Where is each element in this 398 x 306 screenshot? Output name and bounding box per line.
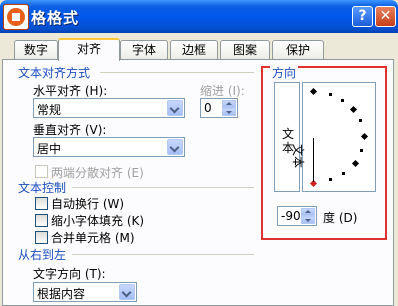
horizontal-align-select[interactable]: 常规 <box>33 98 185 118</box>
vertical-align-label: 垂直对齐 (V): <box>33 123 107 137</box>
shrink-to-fit-checkbox[interactable] <box>35 214 48 227</box>
close-button[interactable]: ✕ <box>375 6 396 27</box>
text-direction-value: 根据内容 <box>37 287 86 301</box>
dial-mark <box>360 149 363 152</box>
dial-mark <box>309 87 318 96</box>
shrink-to-fit-label[interactable]: 缩小字体填充 (K) <box>51 212 144 229</box>
distributed-checkbox <box>35 165 48 178</box>
indent-value: 0 <box>204 101 212 115</box>
spin-down-icon[interactable] <box>301 216 315 224</box>
tab-alignment[interactable]: 对齐 <box>58 38 120 61</box>
indent-spinner[interactable]: 0 <box>200 98 238 118</box>
dial-mark <box>341 99 344 102</box>
text-direction-select[interactable]: 根据内容 <box>33 282 137 302</box>
window-title: 格格式 <box>31 9 80 27</box>
degrees-label: 度 (D) <box>323 211 358 225</box>
text-alignment-group-title: 文本对齐方式 <box>18 66 91 80</box>
dial-mark <box>329 93 332 96</box>
degrees-spinner[interactable]: -90 <box>277 206 317 226</box>
tab-patterns[interactable]: 图案 <box>220 40 270 60</box>
spin-down-icon[interactable] <box>222 108 236 116</box>
tab-number[interactable]: 数字 <box>14 40 58 60</box>
spin-buttons[interactable] <box>301 208 315 224</box>
horizontal-align-value: 常规 <box>37 103 62 117</box>
group-divider <box>72 187 254 188</box>
rotated-text-sample: 文本 <box>291 144 305 169</box>
text-direction-label: 文字方向 (T): <box>33 267 106 281</box>
spin-buttons[interactable] <box>222 100 236 116</box>
wrap-text-label[interactable]: 自动换行 (W) <box>51 195 124 212</box>
indent-label: 缩进 (I): <box>200 84 245 98</box>
degrees-value: -90 <box>281 209 301 223</box>
help-button[interactable]: ? <box>352 6 373 27</box>
merge-cells-label[interactable]: 合并单元格 (M) <box>51 229 135 246</box>
title-bar: 格格式 ? ✕ <box>0 0 398 33</box>
tab-font[interactable]: 字体 <box>120 40 168 60</box>
dial-needle <box>313 138 314 182</box>
tab-protection[interactable]: 保护 <box>272 40 324 60</box>
chevron-down-icon[interactable] <box>167 100 183 116</box>
wrap-text-checkbox[interactable] <box>35 197 48 210</box>
dial-mark <box>349 105 358 114</box>
dial-mark <box>329 178 332 181</box>
merge-cells-checkbox[interactable] <box>35 231 48 244</box>
text-control-group-title: 文本控制 <box>18 181 67 195</box>
chevron-down-icon[interactable] <box>119 284 135 300</box>
dial-mark <box>359 119 362 122</box>
orientation-dial[interactable] <box>302 82 376 192</box>
horizontal-align-label: 水平对齐 (H): <box>33 84 108 98</box>
dial-mark <box>351 159 360 168</box>
vertical-align-select[interactable]: 居中 <box>33 137 185 157</box>
chevron-down-icon[interactable] <box>167 139 183 155</box>
tab-border[interactable]: 边框 <box>170 40 218 60</box>
group-divider <box>72 254 254 255</box>
orientation-group-title: 方向 <box>270 64 299 81</box>
spin-up-icon[interactable] <box>222 100 236 108</box>
vertical-text-button[interactable]: 文本 <box>274 82 300 192</box>
group-divider <box>100 72 254 73</box>
app-icon <box>3 4 29 30</box>
dial-mark <box>360 132 369 141</box>
tab-strip: 数字 对齐 字体 边框 图案 保护 <box>0 38 398 61</box>
dial-mark <box>342 172 345 175</box>
spin-up-icon[interactable] <box>301 208 315 216</box>
vertical-align-value: 居中 <box>37 142 62 156</box>
rtl-group-title: 从右到左 <box>18 248 67 262</box>
